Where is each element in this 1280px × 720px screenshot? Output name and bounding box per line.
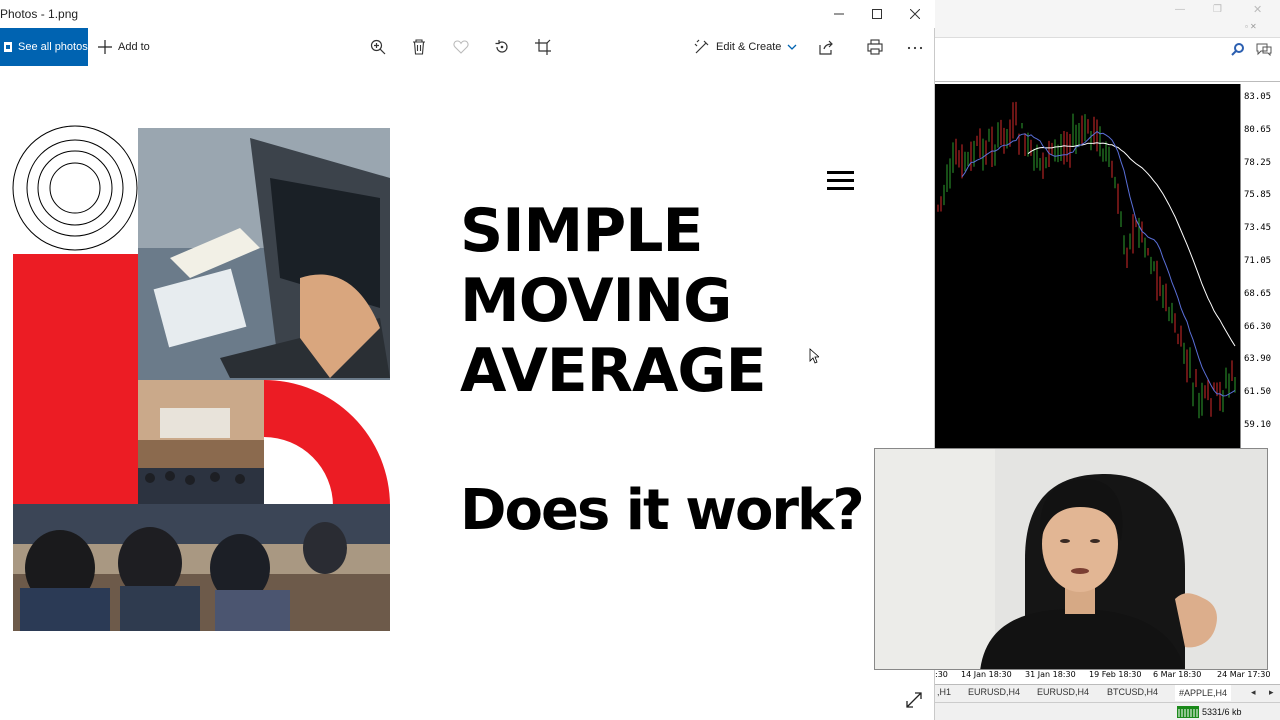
mt4-restore-icon[interactable]: ❐ [1213,4,1222,15]
maximize-button[interactable] [858,0,896,28]
price-label: 73.45 [1244,223,1272,234]
title-line-1: SIMPLE [460,196,703,266]
slow-moving-average-line [1027,142,1236,347]
screen: { "photos": { "title": "Photos - 1.png",… [0,0,1280,720]
price-label: 61.50 [1244,387,1272,398]
add-to-button[interactable]: Add to [98,28,150,66]
plus-icon [98,40,112,54]
see-all-label: See all photos [18,41,88,53]
date-label: 6 Mar 18:30 [1153,670,1202,679]
presenter-video [875,449,1267,669]
chat-icon[interactable] [1255,42,1273,56]
search-icon[interactable] [1231,42,1245,56]
price-label: 68.65 [1244,288,1272,299]
mt4-close-icon[interactable]: ✕ [1253,3,1262,16]
favorite-button[interactable] [451,37,471,57]
maximize-icon [872,9,882,19]
print-button[interactable] [865,37,885,57]
audience-photo [13,504,390,631]
photos-icon [4,42,12,52]
edit-create-icon [694,39,709,54]
price-label: 75.85 [1244,190,1272,201]
title-line-3: AVERAGE [460,336,767,406]
price-label: 59.10 [1244,420,1272,430]
mouse-cursor-icon [809,348,819,364]
photos-window: Photos - 1.png See all photos Add to Edi… [0,0,935,720]
price-label: 83.05 [1244,92,1272,102]
print-icon [867,39,883,55]
trash-icon [413,39,425,55]
concentric-circles-graphic [12,125,138,251]
share-icon [819,40,833,55]
rotate-button[interactable] [492,37,512,57]
chart-tab[interactable]: EURUSD,H4 [968,687,1020,697]
window-title: Photos - 1.png [0,7,79,21]
rotate-icon [495,40,508,53]
title-bar: Photos - 1.png [0,0,935,28]
more-icon [907,46,923,50]
date-label: 19 Feb 18:30 [1089,670,1142,679]
share-button[interactable] [816,37,836,57]
expand-icon[interactable] [904,690,924,710]
crop-button[interactable] [533,37,553,57]
slide-image: SIMPLE MOVING AVERAGE Does it work? [0,78,935,720]
chart-tab[interactable]: EURUSD,H4 [1037,687,1089,697]
chart-tabs: ,H1 EURUSD,H4 EURUSD,H4 BTCUSD,H4 #APPLE,H4 ◂… [935,684,1280,702]
price-label: 71.05 [1244,256,1272,266]
zoom-button[interactable] [368,37,388,57]
close-icon [910,9,920,19]
price-label: 66.30 [1244,321,1272,332]
chart-tab[interactable]: #APPLE,H4 [1175,685,1232,701]
date-label: 24 Mar 17:30 [1217,670,1271,679]
date-label: 31 Jan 18:30 [1025,670,1076,679]
edit-create-label: Edit & Create [716,41,782,53]
seminar-photo [138,380,264,504]
status-bar: 5331/6 kb [935,702,1280,720]
red-block [13,254,138,504]
laptop-photo [138,128,390,380]
date-label: 14 Jan 18:30 [961,670,1012,679]
edit-create-button[interactable]: Edit & Create [694,28,797,66]
price-axis: 83.05 80.65 78.25 75.85 73.45 71.05 68.65 66.30… [1240,84,1280,448]
price-label: 78.25 [1244,157,1272,168]
collage [12,125,390,631]
see-all-photos-button[interactable]: See all photos [0,28,88,66]
status-text: 5331/6 kb [1202,707,1242,717]
heart-icon [453,40,469,54]
title-line-2: MOVING [460,266,732,336]
zoom-icon [370,39,386,55]
add-to-label: Add to [118,41,150,53]
more-button[interactable] [905,37,925,57]
connection-bars-icon [1177,706,1199,718]
hamburger-menu-icon [827,171,854,190]
chart-tab[interactable]: ,H1 [937,687,951,697]
delete-button[interactable] [409,37,429,57]
candlesticks [937,101,1236,419]
time-axis: :30 14 Jan 18:30 31 Jan 18:30 19 Feb 18:30 6… [935,668,1280,682]
mt4-inner-restore-icon[interactable]: ▫ ✕ [1245,22,1257,31]
price-label: 80.65 [1244,124,1272,135]
mt4-minimize-icon[interactable]: — [1175,4,1185,15]
crop-icon [535,39,551,55]
minimize-icon [834,13,844,15]
close-button[interactable] [896,0,934,28]
red-arc [264,380,390,506]
date-label: :30 [935,670,948,679]
chevron-down-icon [787,44,797,50]
webcam-overlay [874,448,1268,670]
price-label: 63.90 [1244,354,1272,365]
subtitle: Does it work? [460,478,865,543]
tab-scroll-left-icon[interactable]: ◂ [1251,687,1256,698]
tab-scroll-right-icon[interactable]: ▸ [1269,687,1274,698]
mt4-toolbar [935,38,1280,82]
toolbar: See all photos Add to Edit & Create [0,28,935,66]
price-chart[interactable] [935,84,1240,448]
minimize-button[interactable] [820,0,858,28]
mt4-title-bar: — ❐ ✕ ▫ ✕ [935,0,1280,38]
chart-tab[interactable]: BTCUSD,H4 [1107,687,1158,697]
